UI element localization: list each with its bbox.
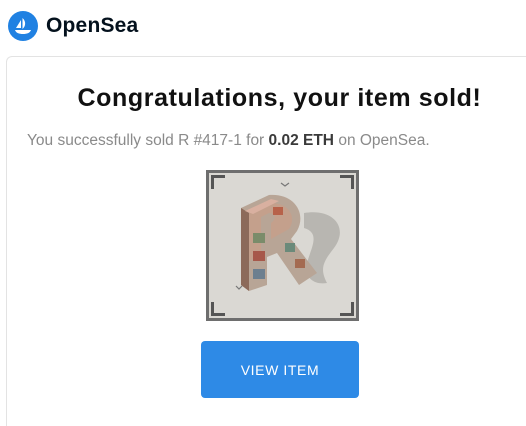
notification-card: Congratulations, your item sold! You suc… (6, 56, 526, 426)
sale-message-suffix: on OpenSea. (334, 132, 430, 149)
sale-message-prefix: You successfully sold R #417-1 for (27, 132, 269, 149)
email-header: OpenSea (0, 0, 526, 56)
view-item-button[interactable]: VIEW ITEM (201, 341, 359, 398)
opensea-logo[interactable]: OpenSea (8, 11, 138, 41)
brand-name: OpenSea (46, 14, 139, 37)
opensea-logo-icon (8, 11, 38, 41)
sale-price: 0.02 ETH (268, 132, 335, 149)
sale-message: You successfully sold R #417-1 for 0.02 … (27, 132, 430, 150)
email-title: Congratulations, your item sold! (77, 84, 482, 112)
nft-artwork-image[interactable] (206, 170, 359, 321)
